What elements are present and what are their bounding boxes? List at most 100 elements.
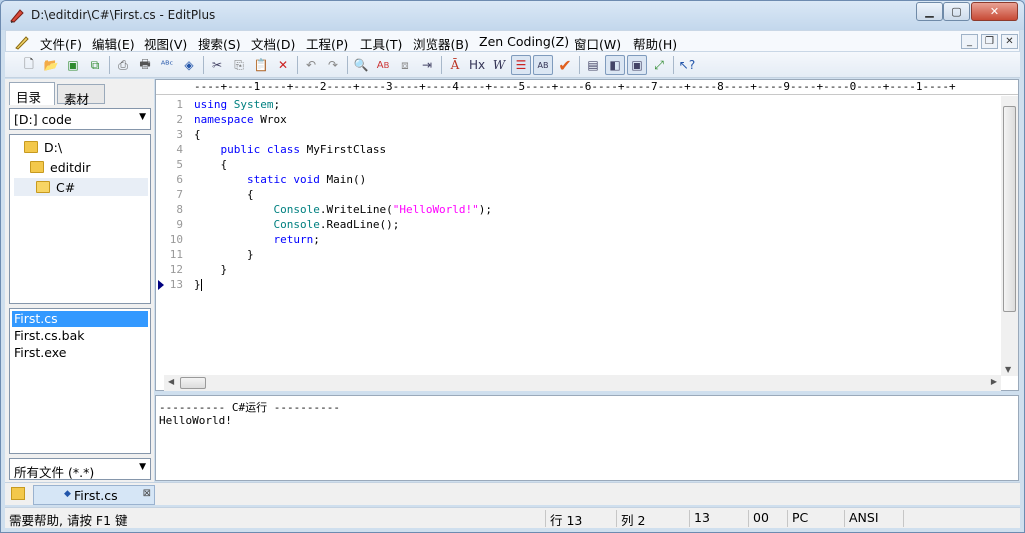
folder-icon <box>24 141 38 153</box>
line-number: 6 <box>176 173 183 186</box>
menu-search[interactable]: 搜索(S) <box>198 34 241 53</box>
status-char-code: 00 <box>748 510 786 527</box>
status-line: 行 13 <box>545 510 615 528</box>
tree-node-editdir[interactable]: editdir <box>30 158 91 176</box>
directory-panel: 目录 素材 [D:] code ▼ D:\ editdir C# First.c… <box>5 79 154 505</box>
chevron-down-icon: ▼ <box>139 462 146 472</box>
menu-document[interactable]: 文档(D) <box>251 34 295 53</box>
document-selector-icon[interactable]: ▣ <box>627 55 647 75</box>
horizontal-scrollbar[interactable]: ◀ ▶ <box>164 375 1001 391</box>
folder-icon[interactable] <box>11 487 25 500</box>
tree-node-csharp[interactable]: C# <box>14 178 148 196</box>
save-icon[interactable]: ▣ <box>63 55 83 75</box>
open-folder-icon <box>36 181 50 193</box>
menu-bar: 文件(F) 编辑(E) 视图(V) 搜索(S) 文档(D) 工程(P) 工具(T… <box>5 30 1020 52</box>
directory-tree[interactable]: D:\ editdir C# <box>9 134 151 304</box>
replace-icon[interactable]: AB <box>373 55 393 75</box>
code-line: namespace Wrox <box>194 113 287 126</box>
menu-zen-coding[interactable]: Zen Coding(Z) <box>479 34 569 49</box>
chevron-down-icon: ▼ <box>139 112 146 122</box>
tree-node-drive[interactable]: D:\ <box>24 138 62 156</box>
tab-cliptext[interactable]: 素材 <box>57 84 105 107</box>
check-mark-icon[interactable]: ✔ <box>555 55 575 75</box>
menu-browser[interactable]: 浏览器(B) <box>413 34 469 53</box>
document-tab-label: First.cs <box>74 487 118 503</box>
code-line: } <box>194 278 202 291</box>
horizontal-scroll-thumb[interactable] <box>180 377 206 389</box>
menu-view[interactable]: 视图(V) <box>144 34 187 53</box>
vertical-scroll-thumb[interactable] <box>1003 106 1016 312</box>
minimize-button[interactable]: ▁ <box>916 2 943 21</box>
copy-icon[interactable]: ⎘ <box>229 55 249 75</box>
vertical-scrollbar[interactable]: ▼ <box>1001 96 1018 376</box>
fullscreen-icon[interactable]: ⤢ <box>649 55 669 75</box>
code-line: Console.WriteLine("HelloWorld!"); <box>273 203 493 216</box>
file-item-selected[interactable]: First.cs <box>12 311 148 327</box>
ruler-toggle-icon[interactable]: AB <box>533 55 553 75</box>
menu-file[interactable]: 文件(F) <box>40 34 82 53</box>
menu-edit[interactable]: 编辑(E) <box>92 34 135 53</box>
line-number-toggle-icon[interactable]: ☰ <box>511 55 531 75</box>
file-item[interactable]: First.cs.bak <box>12 328 148 344</box>
status-bar: 需要帮助, 请按 F1 键 行 13 列 2 13 00 PC ANSI <box>5 507 1020 528</box>
close-tab-icon[interactable]: ⊠ <box>143 488 151 499</box>
cut-icon[interactable]: ✂ <box>207 55 227 75</box>
font-icon[interactable]: Ā <box>445 55 465 75</box>
goto-line-icon[interactable]: ⇥ <box>417 55 437 75</box>
current-line-marker-icon <box>158 280 164 290</box>
scroll-right-icon[interactable]: ▶ <box>991 377 997 386</box>
mdi-minimize-button[interactable]: _ <box>961 34 978 49</box>
tab-directory[interactable]: 目录 <box>9 82 55 105</box>
spellcheck-icon[interactable]: ᴬᴮᶜ <box>157 55 177 75</box>
code-line: } <box>194 263 228 276</box>
output-window[interactable]: ---------- C#运行 ---------- HelloWorld! <box>155 395 1019 481</box>
document-tab[interactable]: ◆ First.cs ⊠ <box>33 485 155 505</box>
code-line: public class MyFirstClass <box>220 143 387 156</box>
menu-help[interactable]: 帮助(H) <box>633 34 677 53</box>
menu-tools[interactable]: 工具(T) <box>360 34 402 53</box>
undo-icon[interactable]: ↶ <box>301 55 321 75</box>
mdi-close-button[interactable]: ✕ <box>1001 34 1018 49</box>
code-editor[interactable]: ----+----1----+----2----+----3----+----4… <box>155 79 1019 391</box>
output-window-icon[interactable]: ▤ <box>583 55 603 75</box>
mdi-restore-button[interactable]: ❐ <box>981 34 998 49</box>
close-button[interactable]: ✕ <box>971 2 1018 21</box>
word-wrap-icon[interactable]: W <box>489 55 509 75</box>
find-in-files-icon[interactable]: ⧈ <box>395 55 415 75</box>
delete-icon[interactable]: ✕ <box>273 55 293 75</box>
drive-select-value: [D:] code <box>14 112 72 127</box>
line-number: 7 <box>176 188 183 201</box>
browser-view-icon[interactable]: ◈ <box>179 55 199 75</box>
output-header: ---------- C#运行 ---------- <box>159 401 340 414</box>
status-total-lines: 13 <box>689 510 747 527</box>
print-icon[interactable]: 🖶 <box>135 55 155 75</box>
find-icon[interactable]: 🔍 <box>351 55 371 75</box>
file-filter-select[interactable]: 所有文件 (*.*) ▼ <box>9 458 151 480</box>
code-line: } <box>194 248 254 261</box>
line-number: 3 <box>176 128 183 141</box>
scroll-left-icon[interactable]: ◀ <box>168 377 174 386</box>
line-number-gutter: 1 2 3 4 5 6 7 8 9 10 11 12 13 <box>156 96 188 376</box>
hex-view-icon[interactable]: Hx <box>467 55 487 75</box>
new-file-icon[interactable]: 🗋 <box>19 55 39 75</box>
save-all-icon[interactable]: ⧉ <box>85 55 105 75</box>
line-number: 9 <box>176 218 183 231</box>
line-number: 11 <box>169 248 183 261</box>
code-line: { <box>194 188 254 201</box>
menu-window[interactable]: 窗口(W) <box>574 34 621 53</box>
open-folder-icon[interactable]: 📂 <box>41 55 61 75</box>
line-number: 10 <box>169 233 183 246</box>
print-preview-icon[interactable]: ⎙ <box>113 55 133 75</box>
redo-icon[interactable]: ↷ <box>323 55 343 75</box>
context-help-icon[interactable]: ↖? <box>677 55 697 75</box>
drive-select[interactable]: [D:] code ▼ <box>9 108 151 130</box>
scroll-down-icon[interactable]: ▼ <box>1005 365 1011 374</box>
directory-window-icon[interactable]: ◧ <box>605 55 625 75</box>
paste-icon[interactable]: 📋 <box>251 55 271 75</box>
editplus-app-icon <box>10 9 24 23</box>
line-number: 8 <box>176 203 183 216</box>
editplus-window: D:\editdir\C#\First.cs - EditPlus ▁ ▢ ✕ … <box>0 0 1025 533</box>
maximize-button[interactable]: ▢ <box>943 2 970 21</box>
menu-project[interactable]: 工程(P) <box>306 34 348 53</box>
file-item[interactable]: First.exe <box>12 345 148 361</box>
